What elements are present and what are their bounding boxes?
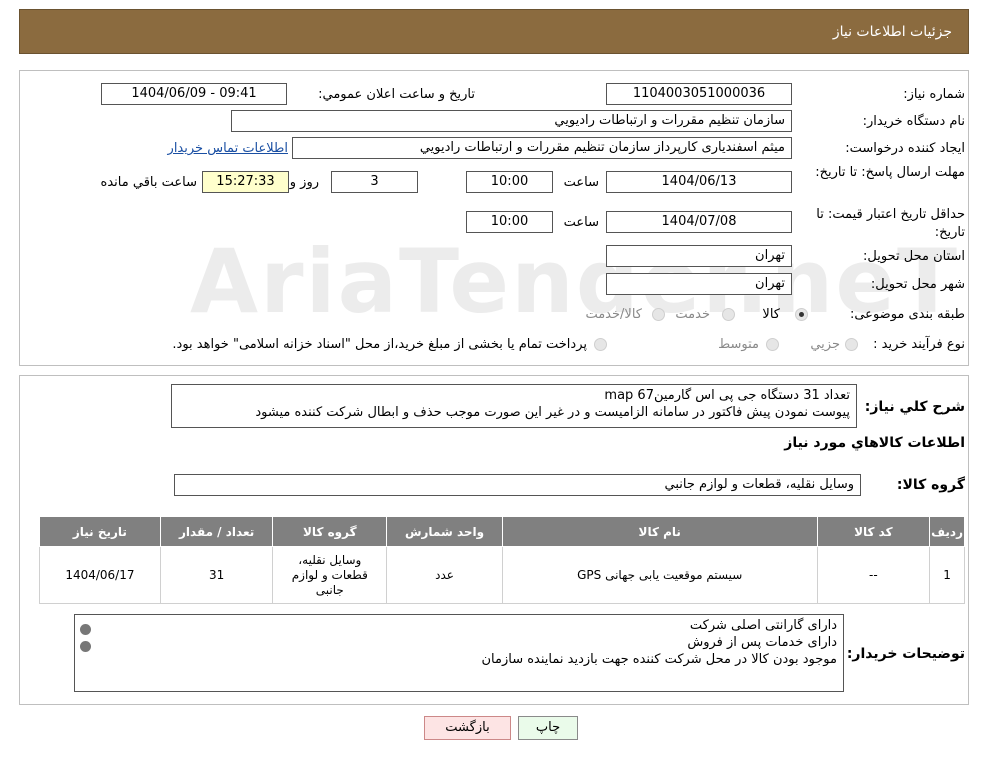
announce-label: تاریخ و ساعت اعلان عمومي: bbox=[318, 87, 475, 102]
announce-datetime-field: 1404/06/09 - 09:41 bbox=[101, 83, 287, 105]
creator-field: میثم اسفندیاری کارپرداز سازمان تنظيم مقر… bbox=[292, 137, 792, 159]
category-goods-label: کالا bbox=[762, 307, 780, 322]
goods-group-label: گروه کالا: bbox=[896, 477, 965, 493]
scroll-dot-icon bbox=[80, 641, 91, 652]
cell-need-date: 1404/06/17 bbox=[39, 546, 161, 604]
summary-line-1: تعداد 31 دستگاه جی پی اس گارمینmap 67 bbox=[604, 388, 850, 403]
validity-label: حداقل تاريخ اعتبار قيمت: تا تاريخ: bbox=[816, 207, 965, 240]
process-medium-radio[interactable] bbox=[766, 338, 779, 351]
category-goods-service-label: کالا/خدمت bbox=[585, 307, 642, 322]
cell-unit: عدد bbox=[386, 546, 503, 604]
table-row: 1 -- سیستم موقعیت یابی جهانی GPS عدد وسا… bbox=[39, 546, 965, 604]
page-header: جزئیات اطلاعات نیاز bbox=[19, 9, 969, 54]
buyer-notes-label: توضيحات خريدار: bbox=[846, 646, 965, 662]
category-goods-service-radio[interactable] bbox=[652, 308, 665, 321]
cell-goods-group: وسایل نقلیه، قطعات و لوازم جانبی bbox=[272, 546, 388, 604]
col-need-date: تاريخ نياز bbox=[39, 516, 161, 547]
category-service-radio[interactable] bbox=[722, 308, 735, 321]
deadline-date-field: 1404/06/13 bbox=[606, 171, 792, 193]
col-goods-group: گروه کالا bbox=[272, 516, 388, 547]
process-medium-label: متوسط bbox=[718, 337, 759, 352]
summary-label: شرح کلي نياز: bbox=[864, 399, 965, 415]
validity-time-label: ساعت bbox=[563, 215, 599, 230]
cell-goods-code: -- bbox=[816, 546, 931, 604]
category-label: طبقه بندی موضوعی: bbox=[849, 307, 965, 322]
buyer-org-field: سازمان تنظيم مقررات و ارتباطات راديويي bbox=[231, 110, 792, 132]
back-button[interactable]: بازگشت bbox=[424, 716, 511, 740]
remaining-label: ساعت باقي مانده bbox=[100, 175, 197, 190]
deadline-time-field: 10:00 bbox=[466, 171, 553, 193]
cell-goods-name: سیستم موقعیت یابی جهانی GPS bbox=[501, 546, 818, 604]
buyer-notes-text: دارای گارانتی اصلی شرکت دارای خدمات پس ا… bbox=[74, 614, 844, 692]
page-title: جزئیات اطلاعات نیاز bbox=[832, 23, 952, 40]
notes-scrollbar[interactable] bbox=[76, 624, 94, 664]
col-quantity: تعداد / مقدار bbox=[159, 516, 274, 547]
process-minor-radio[interactable] bbox=[845, 338, 858, 351]
table-header-row: رديف کد کالا نام کالا واحد شمارش گروه کا… bbox=[39, 516, 965, 547]
process-label: نوع فرآيند خريد : bbox=[873, 337, 965, 352]
process-treasury-note: پرداخت تمام یا بخشی از مبلغ خرید،از محل … bbox=[172, 337, 587, 352]
cell-quantity: 31 bbox=[159, 546, 274, 604]
process-treasury-checkbox[interactable] bbox=[594, 338, 607, 351]
goods-table: رديف کد کالا نام کالا واحد شمارش گروه کا… bbox=[39, 516, 965, 604]
goods-group-field: وسايل نقليه، قطعات و لوازم جانبي bbox=[174, 474, 861, 496]
days-remaining-field: 3 bbox=[331, 171, 418, 193]
remaining-time-field: 15:27:33 bbox=[202, 171, 289, 193]
need-number-field: 1104003051000036 bbox=[606, 83, 792, 105]
creator-label: ايجاد کننده درخواست: bbox=[845, 141, 965, 156]
summary-line-2: پیوست نمودن پیش فاکتور در سامانه الزامیس… bbox=[255, 405, 850, 420]
province-field: تهران bbox=[606, 245, 792, 267]
buyer-org-label: نام دستگاه خريدار: bbox=[862, 114, 965, 129]
col-unit: واحد شمارش bbox=[386, 516, 503, 547]
city-label: شهر محل تحويل: bbox=[870, 277, 965, 292]
col-goods-code: کد کالا bbox=[816, 516, 931, 547]
scroll-dot-icon bbox=[80, 624, 91, 635]
buyer-note-line-2: دارای خدمات پس از فروش bbox=[687, 635, 837, 650]
col-goods-name: نام کالا bbox=[501, 516, 818, 547]
buyer-note-line-1: دارای گارانتی اصلی شرکت bbox=[689, 618, 837, 633]
days-label: روز و bbox=[289, 175, 319, 190]
validity-time-field: 10:00 bbox=[466, 211, 553, 233]
deadline-time-label: ساعت bbox=[563, 175, 599, 190]
city-field: تهران bbox=[606, 273, 792, 295]
validity-date-field: 1404/07/08 bbox=[606, 211, 792, 233]
cell-row-number: 1 bbox=[929, 546, 965, 604]
category-goods-radio[interactable] bbox=[795, 308, 808, 321]
goods-info-title: اطلاعات کالاهاي مورد نياز bbox=[784, 435, 965, 451]
province-label: استان محل تحويل: bbox=[863, 249, 965, 264]
category-service-label: خدمت bbox=[675, 307, 710, 322]
summary-text: تعداد 31 دستگاه جی پی اس گارمینmap 67 پی… bbox=[171, 384, 857, 428]
print-button[interactable]: چاپ bbox=[518, 716, 578, 740]
deadline-label: مهلت ارسال پاسخ: تا تاريخ: bbox=[815, 165, 965, 180]
buyer-note-line-3: موجود بودن کالا در محل شرکت کننده جهت با… bbox=[481, 652, 838, 667]
process-minor-label: جزيي bbox=[810, 337, 840, 352]
col-row-number: رديف bbox=[929, 516, 965, 547]
buyer-contact-link[interactable]: اطلاعات تماس خریدار bbox=[168, 141, 288, 156]
need-number-label: شماره نیاز: bbox=[903, 87, 965, 102]
